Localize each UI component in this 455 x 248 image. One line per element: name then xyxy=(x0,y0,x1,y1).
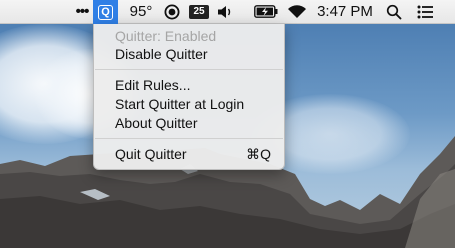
menu-bar: ••• Q 95° 25 3:47 PM xyxy=(0,0,455,24)
battery-charging-icon[interactable] xyxy=(253,0,279,23)
quit-shortcut: ⌘Q xyxy=(246,146,271,162)
menu-item-disable-quitter[interactable]: Disable Quitter xyxy=(94,44,284,64)
calendar-icon[interactable]: 25 xyxy=(188,0,210,23)
quitter-dropdown-menu: Quitter: Enabled Disable Quitter Edit Ru… xyxy=(93,24,285,170)
volume-icon[interactable] xyxy=(215,0,237,23)
menu-item-about-quitter[interactable]: About Quitter xyxy=(94,113,284,133)
menu-item-start-at-login[interactable]: Start Quitter at Login xyxy=(94,94,284,114)
spotlight-search-icon[interactable] xyxy=(383,0,405,23)
menu-separator xyxy=(95,69,283,70)
temperature-readout[interactable]: 95° xyxy=(125,0,157,23)
menu-item-status: Quitter: Enabled xyxy=(115,28,217,44)
menu-separator xyxy=(95,138,283,139)
wifi-icon[interactable] xyxy=(286,0,308,23)
overflow-dots-icon[interactable]: ••• xyxy=(72,0,92,23)
quitter-menu-extra[interactable]: Q xyxy=(93,0,118,24)
calendar-day: 25 xyxy=(189,4,209,19)
menu-item-quit-label: Quit Quitter xyxy=(115,146,187,162)
menu-item-quit-quitter[interactable]: Quit Quitter ⌘Q xyxy=(94,144,284,164)
notification-list-icon[interactable] xyxy=(414,0,436,23)
quitter-icon: Q xyxy=(98,4,113,20)
record-icon[interactable] xyxy=(162,0,182,23)
menu-item-edit-rules[interactable]: Edit Rules... xyxy=(94,75,284,95)
clock[interactable]: 3:47 PM xyxy=(315,0,375,23)
